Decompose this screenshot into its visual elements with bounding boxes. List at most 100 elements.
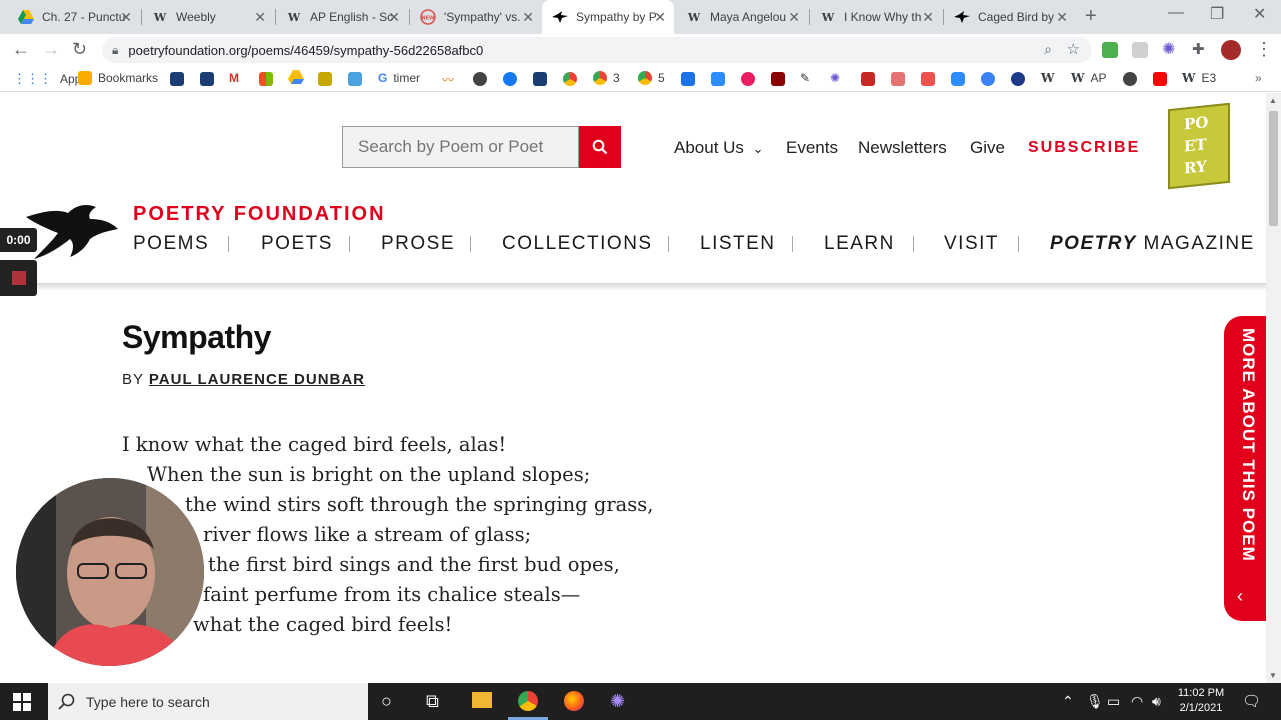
close-window-icon[interactable]: ✕ [1253, 4, 1266, 24]
extensions-puzzle-icon[interactable]: ✚ [1192, 42, 1208, 58]
nav-poetry-magazine[interactable]: POETRY MAGAZINE [1050, 233, 1255, 255]
book-icon[interactable] [771, 72, 785, 86]
classroom-icon[interactable] [318, 72, 332, 86]
taskbar-clock[interactable]: 11:02 PM 2/1/2021 [1176, 686, 1226, 716]
calendar-22-icon[interactable] [348, 72, 362, 86]
nav-poems[interactable]: POEMS [133, 233, 209, 255]
tab-ap-english[interactable]: W AP English - Sc ✕ [276, 0, 408, 34]
notifications-icon[interactable]: 🗨︎ [1242, 692, 1261, 710]
close-icon[interactable]: ✕ [1056, 9, 1068, 26]
image-icon[interactable] [891, 72, 905, 86]
close-icon[interactable]: ✕ [922, 9, 934, 26]
extension-snowflake-icon[interactable]: ✺ [1162, 42, 1178, 58]
file-explorer-icon[interactable] [472, 692, 492, 708]
brand-title[interactable]: POETRY FOUNDATION [133, 203, 386, 226]
menu-icon[interactable]: ⋮ [1255, 39, 1273, 60]
tab-caged-bird[interactable]: Caged Bird by ✕ [944, 0, 1076, 34]
new-tab-plus-icon[interactable]: + [1085, 5, 1097, 28]
search-button[interactable] [579, 126, 621, 168]
task-view-icon[interactable]: ⧉ [426, 691, 439, 712]
bookmark-timer[interactable]: G timer [378, 71, 420, 85]
nav-collections[interactable]: COLLECTIONS [502, 233, 653, 255]
bookmark-ap[interactable]: W AP [1071, 71, 1107, 85]
profile-avatar[interactable] [1221, 40, 1241, 60]
tab-maya-angelou[interactable]: W Maya Angelou ✕ [676, 0, 808, 34]
back-arrow-icon[interactable]: ← [12, 39, 30, 60]
nav-newsletters[interactable]: Newsletters [858, 138, 947, 158]
swoosh-icon[interactable]: 〰 [442, 71, 454, 88]
dice-icon[interactable] [741, 72, 755, 86]
gmail-icon[interactable]: M [229, 71, 239, 85]
zoom-icon[interactable]: ⌕ [1044, 41, 1052, 58]
close-icon[interactable]: ✕ [388, 9, 400, 26]
globe-icon[interactable] [1123, 72, 1137, 86]
sis-icon[interactable] [170, 72, 184, 86]
poetry-foundation-bird-logo[interactable] [24, 203, 120, 265]
globe-icon[interactable] [473, 72, 487, 86]
volume-icon[interactable]: 🔊︎ [1152, 693, 1161, 710]
tab-i-know-why[interactable]: W I Know Why th ✕ [810, 0, 942, 34]
nav-give[interactable]: Give [970, 138, 1005, 158]
tab-weebly[interactable]: W Weebly ✕ [142, 0, 274, 34]
close-icon[interactable]: ✕ [788, 9, 800, 26]
k-icon[interactable] [1011, 72, 1025, 86]
youtube-icon[interactable] [1153, 72, 1167, 86]
bookmark-folder[interactable]: Bookmarks [78, 71, 158, 85]
snowflake-icon[interactable]: ✺ [830, 71, 840, 85]
google-drive-icon[interactable] [288, 70, 304, 84]
sis-icon[interactable] [200, 72, 214, 86]
page-scrollbar[interactable]: ▲ ▼ [1266, 93, 1281, 683]
overflow-chevron-icon[interactable]: » [1255, 71, 1262, 85]
chrome-icon[interactable] [518, 691, 538, 711]
extension-green-icon[interactable] [1102, 42, 1118, 58]
more-about-this-poem-tab[interactable]: MORE ABOUT THIS POEM ‹ [1224, 316, 1266, 621]
minimize-icon[interactable]: — [1168, 4, 1184, 22]
tab-sympathy-vs[interactable]: NEW 'Sympathy' vs. ✕ [410, 0, 542, 34]
scroll-down-arrow-icon[interactable]: ▼ [1269, 671, 1277, 680]
poetry-magazine-logo[interactable]: PO ET RY [1168, 102, 1230, 190]
microphone-icon[interactable]: 🎙︎ [1086, 693, 1104, 710]
close-icon[interactable]: ✕ [654, 9, 666, 26]
nav-visit[interactable]: VISIT [944, 233, 999, 255]
tab-ch27[interactable]: Ch. 27 - Punctu ✕ [8, 0, 140, 34]
tab-sympathy-active[interactable]: Sympathy by P ✕ [542, 0, 674, 34]
pdf-jpg-icon[interactable] [921, 72, 935, 86]
pen-icon[interactable]: ✎ [800, 71, 810, 85]
bookmark-3[interactable]: 3 [593, 71, 620, 85]
bookmark-apps[interactable]: ⋮⋮⋮ Apps [13, 71, 87, 87]
scrollbar-thumb[interactable] [1269, 111, 1278, 226]
reload-icon[interactable]: ↻ [72, 39, 87, 60]
stop-recording-button[interactable] [0, 260, 37, 296]
cortana-circle-icon[interactable]: ○ [381, 691, 392, 712]
battery-icon[interactable]: ▭ [1107, 693, 1120, 710]
site-search-input[interactable] [342, 126, 579, 168]
wifi-icon[interactable]: ◠ [1131, 693, 1143, 710]
bookmark-5[interactable]: 5 [638, 71, 665, 85]
nav-events[interactable]: Events [786, 138, 838, 158]
scroll-up-arrow-icon[interactable]: ▲ [1269, 96, 1277, 105]
f-icon[interactable] [681, 72, 695, 86]
wikipedia-icon[interactable]: W [1041, 71, 1054, 85]
office-icon[interactable] [259, 72, 273, 86]
chat-icon[interactable] [711, 72, 725, 86]
nav-about-us[interactable]: About Us ⌄ [674, 138, 764, 158]
pdf-icon[interactable] [861, 72, 875, 86]
close-icon[interactable]: ✕ [120, 9, 132, 26]
subscribe-link[interactable]: SUBSCRIBE [1028, 139, 1140, 157]
nav-prose[interactable]: PROSE [381, 233, 455, 255]
c-icon[interactable] [981, 72, 995, 86]
maximize-icon[interactable]: ❐ [1210, 4, 1224, 24]
author-link[interactable]: PAUL LAURENCE DUNBAR [149, 371, 365, 388]
tray-chevron-up-icon[interactable]: ⌃ [1062, 693, 1074, 710]
close-icon[interactable]: ✕ [522, 9, 534, 26]
bookmark-e3[interactable]: W E3 [1182, 71, 1216, 85]
bookmark-star-icon[interactable]: ☆ [1067, 40, 1080, 58]
news-icon[interactable] [533, 72, 547, 86]
windows-start-button[interactable] [13, 693, 31, 716]
nav-listen[interactable]: LISTEN [700, 233, 776, 255]
firefox-icon[interactable] [564, 691, 584, 711]
close-icon[interactable]: ✕ [254, 9, 266, 26]
zoom-icon[interactable] [951, 72, 965, 86]
extension-gray-icon[interactable] [1132, 42, 1148, 58]
snowflake-app-icon[interactable]: ✺ [610, 691, 625, 712]
